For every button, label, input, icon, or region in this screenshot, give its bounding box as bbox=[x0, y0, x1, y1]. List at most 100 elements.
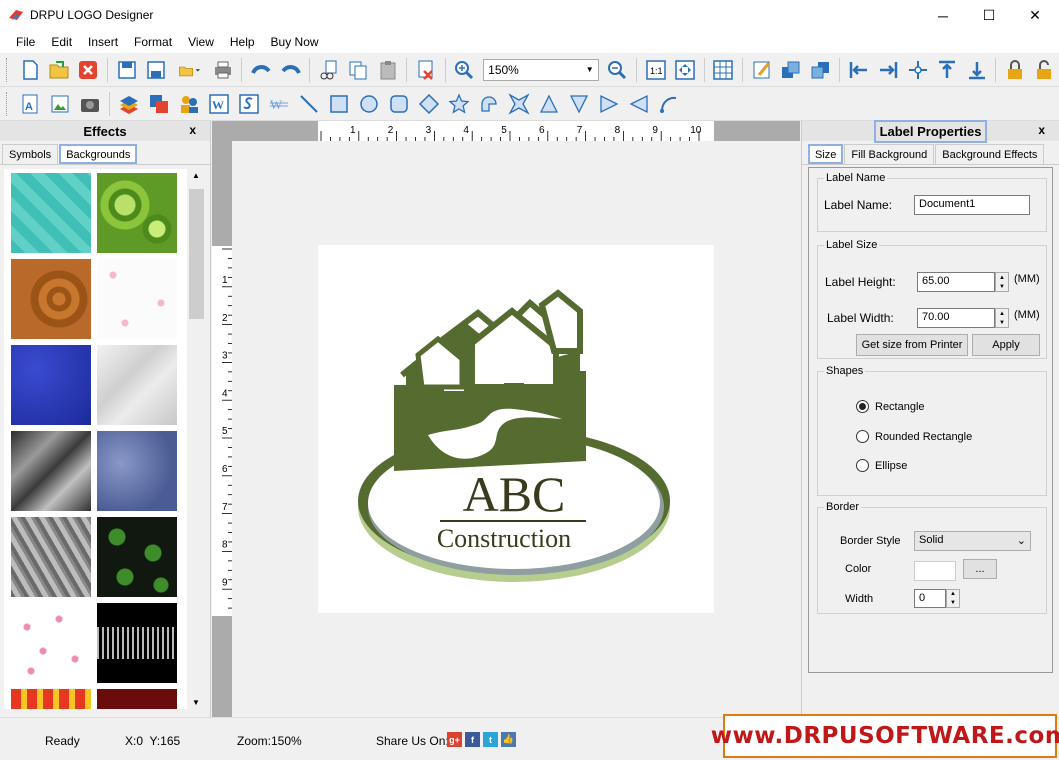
apply-button[interactable]: Apply bbox=[972, 334, 1040, 356]
align-right-icon[interactable] bbox=[876, 57, 901, 83]
edit-properties-icon[interactable] bbox=[749, 57, 774, 83]
background-thumbnail[interactable] bbox=[11, 517, 91, 597]
scroll-thumb[interactable] bbox=[189, 189, 204, 319]
shapes-library-icon[interactable] bbox=[146, 91, 172, 117]
thumbnails-scrollbar[interactable]: ▲ ▼ bbox=[188, 169, 205, 709]
image-tool-icon[interactable] bbox=[47, 91, 73, 117]
diamond-tool-icon[interactable] bbox=[416, 91, 442, 117]
rounded-rectangle-tool-icon[interactable] bbox=[386, 91, 412, 117]
burst-tool-icon[interactable] bbox=[506, 91, 532, 117]
triangle-left-tool-icon[interactable] bbox=[626, 91, 652, 117]
twitter-icon[interactable]: t bbox=[483, 732, 498, 747]
background-thumbnail[interactable] bbox=[11, 431, 91, 511]
background-thumbnail[interactable] bbox=[97, 259, 177, 339]
menu-edit[interactable]: Edit bbox=[43, 31, 80, 53]
facebook-icon[interactable]: f bbox=[465, 732, 480, 747]
label-name-input[interactable]: Document1 bbox=[914, 195, 1030, 215]
spin-up-icon[interactable]: ▲ bbox=[999, 311, 1005, 317]
watermark-icon[interactable]: W bbox=[266, 91, 292, 117]
background-thumbnail[interactable] bbox=[97, 431, 177, 511]
cut-icon[interactable] bbox=[316, 57, 341, 83]
scroll-down-icon[interactable]: ▼ bbox=[192, 698, 200, 707]
save-icon[interactable] bbox=[114, 57, 139, 83]
send-to-back-icon[interactable] bbox=[808, 57, 833, 83]
background-thumbnail[interactable] bbox=[97, 345, 177, 425]
background-thumbnail[interactable] bbox=[11, 345, 91, 425]
tab-symbols[interactable]: Symbols bbox=[2, 144, 59, 164]
like-icon[interactable]: 👍 bbox=[501, 732, 516, 747]
properties-close-button[interactable]: x bbox=[1038, 123, 1045, 137]
zoom-in-icon[interactable] bbox=[452, 57, 477, 83]
background-thumbnail[interactable] bbox=[97, 173, 177, 253]
triangle-right-tool-icon[interactable] bbox=[596, 91, 622, 117]
menu-file[interactable]: File bbox=[8, 31, 43, 53]
new-icon[interactable] bbox=[17, 57, 42, 83]
shape-ellipse-radio[interactable]: Ellipse bbox=[856, 459, 907, 472]
text-tool-icon[interactable]: A bbox=[17, 91, 43, 117]
background-thumbnail[interactable] bbox=[11, 259, 91, 339]
align-center-icon[interactable] bbox=[905, 57, 930, 83]
google-plus-icon[interactable]: g+ bbox=[447, 732, 462, 747]
background-thumbnail[interactable] bbox=[97, 517, 177, 597]
library-icon[interactable] bbox=[116, 91, 142, 117]
triangle-down-tool-icon[interactable] bbox=[566, 91, 592, 117]
zoom-out-icon[interactable] bbox=[605, 57, 630, 83]
brand-banner[interactable]: www.DRPUSOFTWARE.com bbox=[711, 714, 1059, 758]
actual-size-icon[interactable]: 1:1 bbox=[643, 57, 668, 83]
unlock-icon[interactable] bbox=[1032, 57, 1057, 83]
menu-help[interactable]: Help bbox=[222, 31, 263, 53]
ellipse-tool-icon[interactable] bbox=[356, 91, 382, 117]
arc-tool-icon[interactable] bbox=[476, 91, 502, 117]
spin-down-icon[interactable]: ▼ bbox=[999, 284, 1005, 290]
abc-construction-logo[interactable]: ABC Construction bbox=[318, 245, 714, 613]
shape-rounded-rectangle-radio[interactable]: Rounded Rectangle bbox=[856, 430, 972, 443]
shape-rectangle-radio[interactable]: Rectangle bbox=[856, 400, 925, 413]
fit-to-window-icon[interactable] bbox=[672, 57, 697, 83]
open-icon[interactable] bbox=[46, 57, 71, 83]
minimize-button[interactable]: ─ bbox=[920, 0, 966, 31]
width-spinner[interactable]: ▲ ▼ bbox=[995, 308, 1009, 328]
scroll-up-icon[interactable]: ▲ bbox=[192, 171, 200, 180]
border-width-input[interactable]: 0 bbox=[914, 589, 946, 608]
spin-down-icon[interactable]: ▼ bbox=[999, 320, 1005, 326]
menu-insert[interactable]: Insert bbox=[80, 31, 126, 53]
spin-down-icon[interactable]: ▼ bbox=[950, 600, 956, 606]
copy-icon[interactable] bbox=[346, 57, 371, 83]
background-thumbnail[interactable] bbox=[11, 603, 91, 683]
height-spinner[interactable]: ▲ ▼ bbox=[995, 272, 1009, 292]
line-tool-icon[interactable] bbox=[296, 91, 322, 117]
label-height-input[interactable]: 65.00 bbox=[917, 272, 995, 292]
grid-icon[interactable] bbox=[711, 57, 736, 83]
save-as-icon[interactable] bbox=[144, 57, 169, 83]
star-tool-icon[interactable] bbox=[446, 91, 472, 117]
label-width-input[interactable]: 70.00 bbox=[917, 308, 995, 328]
border-style-select[interactable]: Solid ⌄ bbox=[914, 531, 1031, 551]
border-color-swatch[interactable] bbox=[914, 561, 956, 581]
redo-icon[interactable] bbox=[278, 57, 303, 83]
delete-icon[interactable] bbox=[413, 57, 438, 83]
zoom-select[interactable]: 150% ▼ bbox=[483, 58, 599, 81]
spin-up-icon[interactable]: ▲ bbox=[950, 591, 956, 597]
print-icon[interactable] bbox=[210, 57, 235, 83]
signature-icon[interactable] bbox=[236, 91, 262, 117]
align-left-icon[interactable] bbox=[846, 57, 871, 83]
rectangle-tool-icon[interactable] bbox=[326, 91, 352, 117]
curve-tool-icon[interactable] bbox=[656, 91, 682, 117]
maximize-button[interactable]: ☐ bbox=[966, 0, 1012, 31]
users-icon[interactable] bbox=[176, 91, 202, 117]
undo-icon[interactable] bbox=[248, 57, 273, 83]
background-thumbnail[interactable] bbox=[97, 689, 177, 709]
bring-to-front-icon[interactable] bbox=[779, 57, 804, 83]
background-thumbnail[interactable] bbox=[97, 603, 177, 683]
tab-background-effects[interactable]: Background Effects bbox=[935, 144, 1045, 164]
border-color-picker-button[interactable]: ... bbox=[963, 559, 997, 579]
triangle-up-tool-icon[interactable] bbox=[536, 91, 562, 117]
close-file-icon[interactable] bbox=[76, 57, 101, 83]
border-width-spinner[interactable]: ▲ ▼ bbox=[946, 589, 960, 608]
lock-icon[interactable] bbox=[1002, 57, 1027, 83]
menu-format[interactable]: Format bbox=[126, 31, 180, 53]
tab-backgrounds[interactable]: Backgrounds bbox=[59, 144, 138, 164]
align-top-icon[interactable] bbox=[934, 57, 959, 83]
camera-icon[interactable] bbox=[77, 91, 103, 117]
background-thumbnail[interactable] bbox=[11, 173, 91, 253]
